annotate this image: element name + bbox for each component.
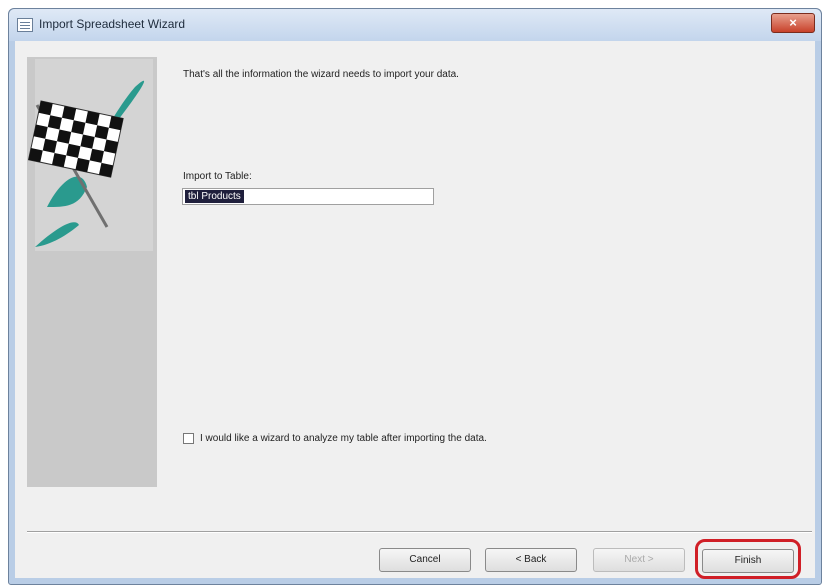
back-button[interactable]: < Back <box>485 548 577 572</box>
next-button[interactable]: Next > <box>593 548 685 572</box>
import-to-table-value: tbl Products <box>185 190 244 203</box>
import-to-table-label: Import to Table: <box>183 171 252 182</box>
button-separator <box>27 531 812 533</box>
title-bar: Import Spreadsheet Wizard × <box>9 9 821 41</box>
wizard-window: Import Spreadsheet Wizard × That's all t… <box>8 8 822 585</box>
analyze-option[interactable]: I would like a wizard to analyze my tabl… <box>183 433 487 444</box>
window-icon <box>17 18 33 32</box>
wizard-client-area: That's all the information the wizard ne… <box>15 41 815 579</box>
close-button[interactable]: × <box>771 13 815 33</box>
wizard-side-panel <box>27 57 157 487</box>
cancel-button[interactable]: Cancel <box>379 548 471 572</box>
wizard-message: That's all the information the wizard ne… <box>183 69 459 80</box>
analyze-checkbox-label: I would like a wizard to analyze my tabl… <box>200 433 487 444</box>
finish-highlight <box>695 539 801 579</box>
import-to-table-input[interactable]: tbl Products <box>182 188 434 205</box>
checkered-flag-icon <box>27 59 153 251</box>
window-title: Import Spreadsheet Wizard <box>39 17 186 31</box>
analyze-checkbox[interactable] <box>183 433 194 444</box>
